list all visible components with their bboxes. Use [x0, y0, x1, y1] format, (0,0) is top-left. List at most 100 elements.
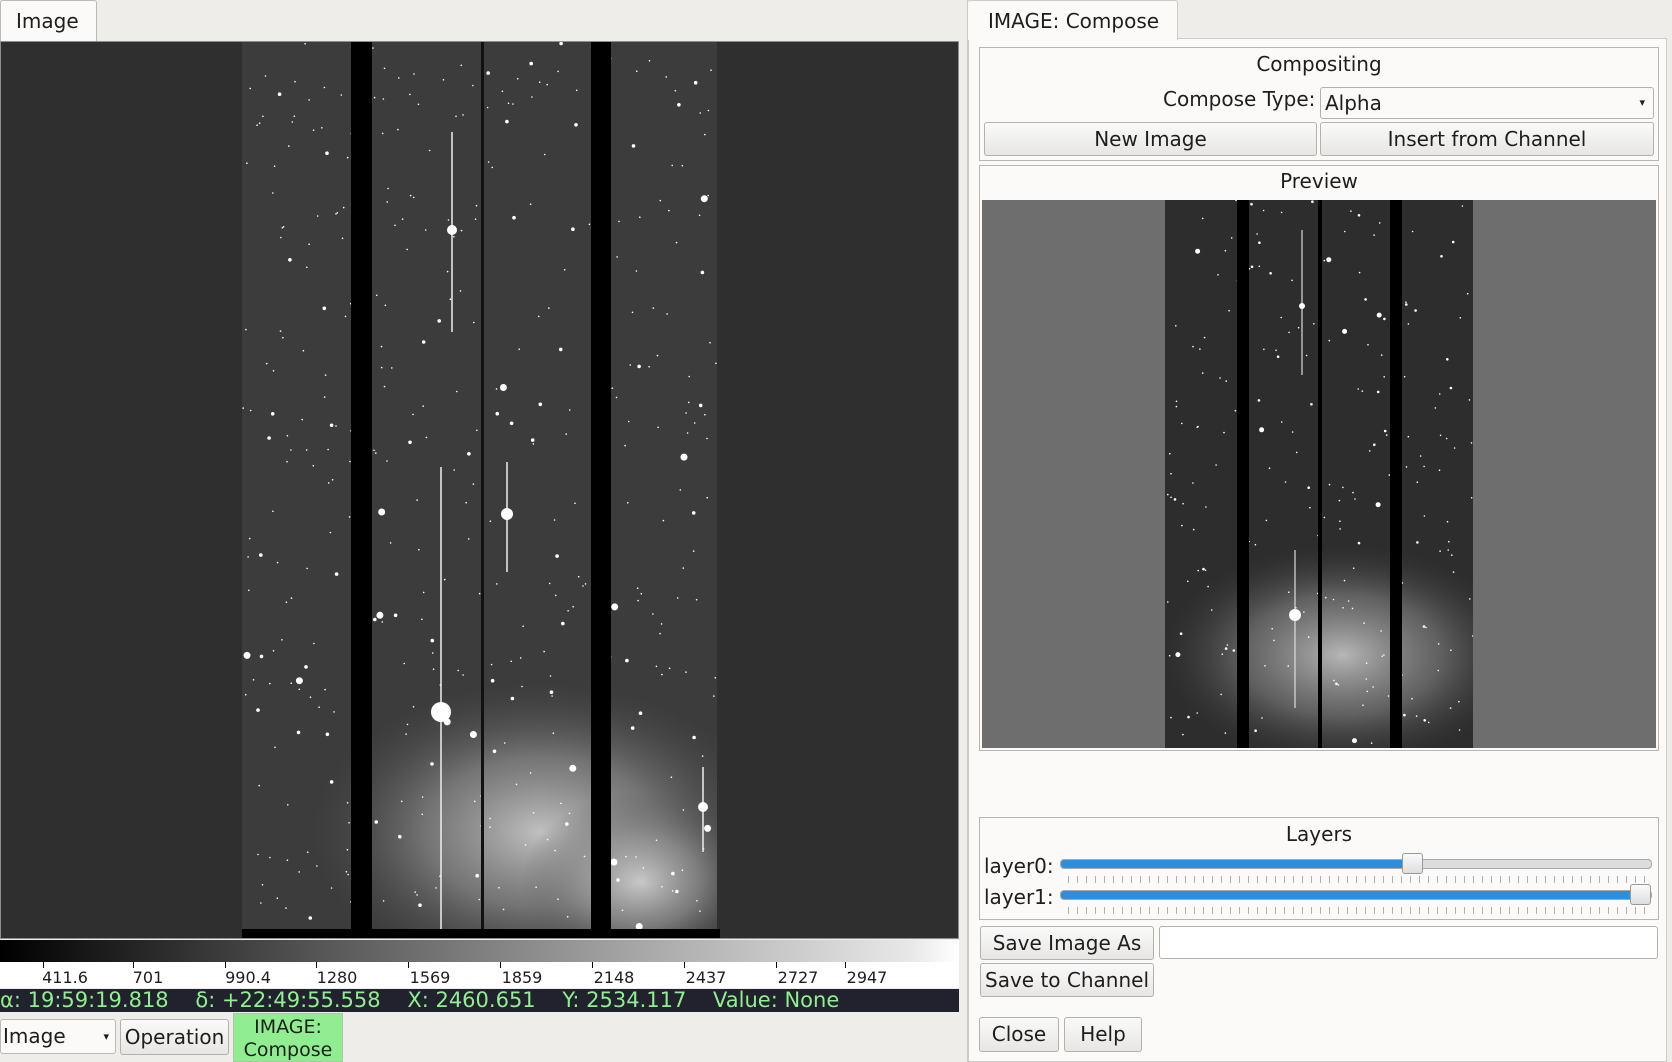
- preview-canvas[interactable]: [982, 200, 1656, 748]
- star: [1258, 265, 1261, 268]
- star: [1364, 298, 1367, 301]
- star: [442, 79, 445, 81]
- save-image-as-button[interactable]: Save Image As: [980, 926, 1154, 960]
- layer0-slider[interactable]: [1060, 853, 1652, 874]
- star: [518, 348, 520, 351]
- ra-readout: α: 19:59:19.818: [0, 988, 169, 1012]
- star: [285, 907, 287, 909]
- star: [321, 127, 323, 129]
- star: [691, 511, 696, 515]
- star: [346, 848, 349, 851]
- star: [555, 554, 559, 558]
- colorbar-tick-label: 1280: [316, 968, 358, 987]
- star: [327, 448, 329, 451]
- star: [1368, 450, 1371, 452]
- star: [1181, 524, 1183, 527]
- save-to-channel-button[interactable]: Save to Channel: [980, 963, 1154, 997]
- star: [1223, 431, 1225, 434]
- star: [1275, 349, 1277, 352]
- compositing-title: Compositing: [1256, 52, 1382, 76]
- star: [476, 429, 478, 432]
- operation-button[interactable]: Operation: [120, 1019, 229, 1055]
- star: [661, 673, 663, 676]
- star: [660, 623, 663, 625]
- star: [262, 115, 264, 118]
- star: [1170, 472, 1172, 475]
- star: [273, 165, 276, 167]
- tab-image[interactable]: Image: [0, 0, 97, 41]
- star: [412, 706, 415, 708]
- star: [642, 867, 645, 869]
- layer1-slider[interactable]: [1060, 884, 1652, 905]
- star: [443, 578, 446, 581]
- star: [1328, 483, 1331, 486]
- star: [1169, 452, 1171, 455]
- star: [1466, 292, 1469, 295]
- star: [557, 898, 559, 900]
- star: [515, 783, 518, 786]
- image-canvas[interactable]: [0, 41, 959, 939]
- help-button[interactable]: Help: [1064, 1017, 1142, 1052]
- star: [397, 128, 399, 131]
- star: [584, 583, 587, 585]
- star: [400, 800, 403, 803]
- star: [459, 290, 462, 292]
- save-filename-input[interactable]: [1159, 926, 1658, 959]
- star: [707, 109, 710, 112]
- star: [414, 891, 417, 893]
- star: [675, 241, 678, 244]
- star: [635, 270, 638, 272]
- star: [327, 482, 330, 484]
- colorbar-tick-label: 411.6: [42, 968, 88, 987]
- star: [257, 853, 259, 856]
- new-image-button[interactable]: New Image: [984, 122, 1317, 156]
- star: [715, 362, 717, 365]
- star: [348, 822, 350, 824]
- colorbar-tick-label: 2437: [685, 968, 727, 987]
- star: [375, 294, 378, 297]
- star: [380, 345, 383, 348]
- star: [313, 642, 315, 645]
- star: [291, 121, 294, 123]
- chevron-down-icon: ▾: [1639, 96, 1645, 109]
- colorbar-tick-label: 1859: [501, 968, 543, 987]
- star: [282, 336, 284, 339]
- star: [478, 898, 481, 901]
- preview-image: [1165, 200, 1473, 748]
- star: [1323, 516, 1326, 519]
- layer1-slider-ticks: [1068, 907, 1646, 914]
- star: [286, 859, 289, 861]
- star: [558, 347, 563, 352]
- star: [704, 413, 706, 416]
- star: [1224, 732, 1227, 734]
- star: [1259, 427, 1265, 433]
- channel-select[interactable]: Image ▾: [0, 1019, 116, 1054]
- insert-from-channel-button[interactable]: Insert from Channel: [1320, 122, 1654, 156]
- layer0-slider-handle[interactable]: [1402, 853, 1423, 874]
- star: [554, 594, 557, 597]
- star: [706, 496, 708, 499]
- star: [305, 449, 308, 451]
- star: [648, 60, 651, 62]
- close-button[interactable]: Close: [979, 1017, 1059, 1052]
- star: [421, 340, 426, 344]
- star: [457, 669, 460, 672]
- star: [521, 685, 523, 688]
- star: [373, 449, 375, 452]
- colorbar[interactable]: [0, 940, 959, 962]
- star: [490, 678, 495, 683]
- star: [455, 115, 457, 118]
- star: [467, 452, 471, 456]
- star: [312, 129, 315, 131]
- star: [554, 849, 556, 852]
- star: [1271, 627, 1273, 630]
- plugin-tab-compose[interactable]: IMAGE: Compose: [233, 1013, 343, 1062]
- layer1-slider-handle[interactable]: [1630, 884, 1651, 905]
- star: [261, 884, 264, 886]
- star: [692, 550, 695, 552]
- star: [1451, 240, 1455, 244]
- star: [373, 96, 376, 99]
- tab-image-compose[interactable]: IMAGE: Compose: [967, 0, 1178, 40]
- compose-type-select[interactable]: Alpha ▾: [1320, 87, 1654, 119]
- star: [615, 396, 618, 399]
